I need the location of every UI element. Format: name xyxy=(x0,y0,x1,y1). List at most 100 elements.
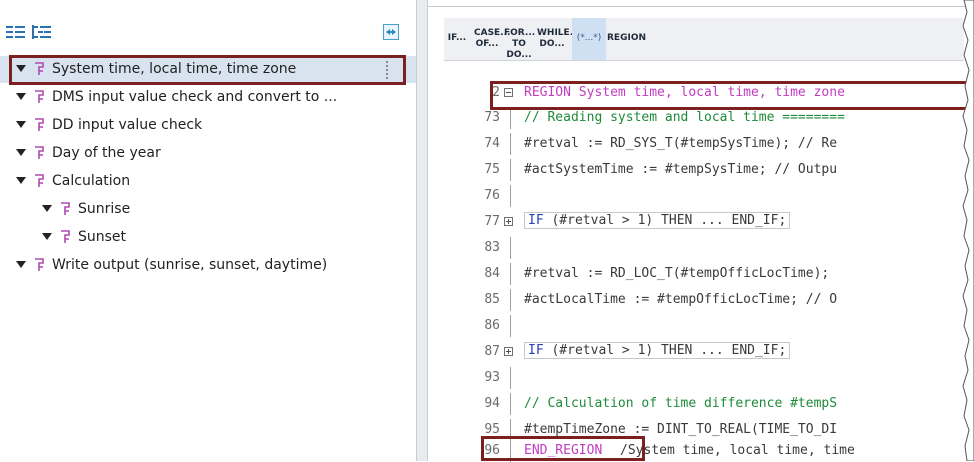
keyword-button-label: CASE... xyxy=(474,28,511,38)
expand-fold-icon[interactable] xyxy=(504,347,513,356)
code-line[interactable]: 86 xyxy=(468,315,974,337)
keyword-button[interactable]: FOR... TO DO... xyxy=(504,18,536,60)
region-tree-item[interactable]: Write output (sunrise, sunset, daytime) xyxy=(0,252,416,279)
code-line[interactable]: 83 xyxy=(468,237,974,259)
torn-edge-decoration xyxy=(962,0,974,461)
region-tree-label: DD input value check xyxy=(52,117,203,133)
expand-arrow-icon[interactable] xyxy=(16,177,26,184)
line-number: 77 xyxy=(484,214,500,229)
keyword-button-label: REGION xyxy=(607,33,646,43)
fold-guide xyxy=(510,289,511,311)
region-tree-label: Calculation xyxy=(52,173,131,189)
region-icon xyxy=(35,90,44,103)
code-line[interactable]: 84 #retval := RD_LOC_T(#tempOfficLocTime)… xyxy=(468,263,974,285)
region-tree-item[interactable]: Day of the year xyxy=(0,140,416,167)
line-number: 95 xyxy=(484,422,500,437)
line-number: 86 xyxy=(484,318,500,333)
code-line[interactable]: 74 #retval := RD_SYS_T(#tempSysTime); // … xyxy=(468,133,974,155)
expand-arrow-icon[interactable] xyxy=(16,121,26,128)
line-number: 85 xyxy=(484,292,500,307)
expand-arrow-icon[interactable] xyxy=(16,93,26,100)
region-tree-item[interactable]: DMS input value check and convert to ... xyxy=(0,84,416,111)
code-line[interactable]: 94 // Calculation of time difference #tem… xyxy=(468,393,974,415)
expand-arrow-icon[interactable] xyxy=(16,261,26,268)
highlight-frame-selected-region xyxy=(9,55,406,85)
code-line[interactable]: 76 xyxy=(468,185,974,207)
if-keyword: IF xyxy=(528,343,544,358)
line-number: 83 xyxy=(484,240,500,255)
code-line[interactable]: 75 #actSystemTime := #tempSysTime; // Out… xyxy=(468,159,974,181)
code-text[interactable]: #retval := RD_LOC_T(#tempOfficLocTime); xyxy=(524,266,829,281)
code-text[interactable]: #actLocalTime := #tempOfficLocTime; // O xyxy=(524,292,837,307)
code-trailing-text[interactable]: /System time, local time, time xyxy=(620,443,855,458)
editor-top-border xyxy=(428,6,974,7)
line-number: 84 xyxy=(484,266,500,281)
keyword-button[interactable]: CASE... OF... xyxy=(474,18,511,60)
code-line[interactable]: 93 xyxy=(468,367,974,389)
region-icon xyxy=(61,230,70,243)
collapse-all-icon[interactable] xyxy=(6,24,26,40)
expand-arrow-icon[interactable] xyxy=(16,149,26,156)
fold-guide xyxy=(510,393,511,415)
fold-guide xyxy=(510,159,511,181)
region-tree-item[interactable]: Calculation xyxy=(0,168,416,195)
fold-guide xyxy=(510,315,511,337)
code-text[interactable]: #retval := RD_SYS_T(#tempSysTime); // Re xyxy=(524,136,837,151)
keyword-button-label: FOR... xyxy=(504,28,536,38)
keyword-button[interactable]: WHILE... DO... xyxy=(537,18,580,60)
code-line[interactable]: 85 #actLocalTime := #tempOfficLocTime; //… xyxy=(468,289,974,311)
code-text[interactable]: // Calculation of time difference #tempS xyxy=(524,396,837,411)
fold-guide xyxy=(510,133,511,155)
row-drag-handle[interactable] xyxy=(386,61,391,79)
code-line[interactable]: 87 IF (#retval > 1) THEN ... END_IF; xyxy=(468,341,974,363)
expand-fold-icon[interactable] xyxy=(504,217,513,226)
keyword-button[interactable]: IF... xyxy=(444,18,470,60)
if-keyword: IF xyxy=(528,213,544,228)
fold-guide xyxy=(510,107,511,129)
line-number: 76 xyxy=(484,188,500,203)
region-toolbar xyxy=(0,20,416,46)
fold-guide xyxy=(510,237,511,259)
line-number: 73 xyxy=(484,110,500,125)
code-text[interactable]: #tempTimeZone := DINT_TO_REAL(TIME_TO_DI xyxy=(524,422,837,437)
code-text[interactable]: #actSystemTime := #tempSysTime; // Outpu xyxy=(524,162,837,177)
expand-arrow-icon[interactable] xyxy=(42,205,52,212)
code-line[interactable]: 73 // Reading system and local time =====… xyxy=(468,107,974,129)
region-tree-item[interactable]: Sunset xyxy=(0,224,416,251)
scl-editor-panel: IF... CASE... OF... FOR... TO DO... WHILE... D… xyxy=(428,0,974,462)
region-tree-item[interactable]: Sunrise xyxy=(0,196,416,223)
region-tree-label: Sunset xyxy=(78,229,127,245)
code-text[interactable]: IF (#retval > 1) THEN ... END_IF; xyxy=(524,212,791,229)
panel-splitter[interactable] xyxy=(417,0,428,461)
sync-editor-icon[interactable] xyxy=(383,24,399,40)
region-tree-label: Write output (sunrise, sunset, daytime) xyxy=(52,257,328,273)
region-icon xyxy=(35,258,44,271)
keyword-button-label: DO... xyxy=(539,39,565,49)
code-line[interactable]: 77 IF (#retval > 1) THEN ... END_IF; xyxy=(468,211,974,233)
line-number: 75 xyxy=(484,162,500,177)
region-navigation-panel: System time, local time, time zone DMS in… xyxy=(0,0,417,461)
code-area[interactable]: 2 REGION System time, local time, time zo… xyxy=(468,78,974,462)
expand-arrow-icon[interactable] xyxy=(42,233,52,240)
line-number: 94 xyxy=(484,396,500,411)
region-tree-label: Day of the year xyxy=(52,145,161,161)
keyword-button[interactable]: REGION xyxy=(607,18,646,60)
keyword-button[interactable]: (*...*) xyxy=(572,18,606,60)
keyword-button-label: WHILE... xyxy=(537,28,580,38)
line-number: 93 xyxy=(484,370,500,385)
fold-guide xyxy=(510,263,511,285)
fold-guide xyxy=(510,185,511,207)
line-number: 74 xyxy=(484,136,500,151)
region-tree-item[interactable]: DD input value check xyxy=(0,112,416,139)
region-icon xyxy=(61,202,70,215)
region-tree-label: DMS input value check and convert to ... xyxy=(52,89,338,105)
region-icon xyxy=(35,174,44,187)
highlight-frame-region-start xyxy=(490,81,974,110)
code-text[interactable]: IF (#retval > 1) THEN ... END_IF; xyxy=(524,342,791,359)
line-number: 87 xyxy=(484,344,500,359)
expand-all-icon[interactable] xyxy=(32,24,52,40)
keyword-button-label: TO DO... xyxy=(506,39,532,60)
code-text[interactable]: // Reading system and local time =======… xyxy=(524,110,845,125)
fold-guide xyxy=(510,367,511,389)
highlight-frame-region-end xyxy=(481,436,645,461)
